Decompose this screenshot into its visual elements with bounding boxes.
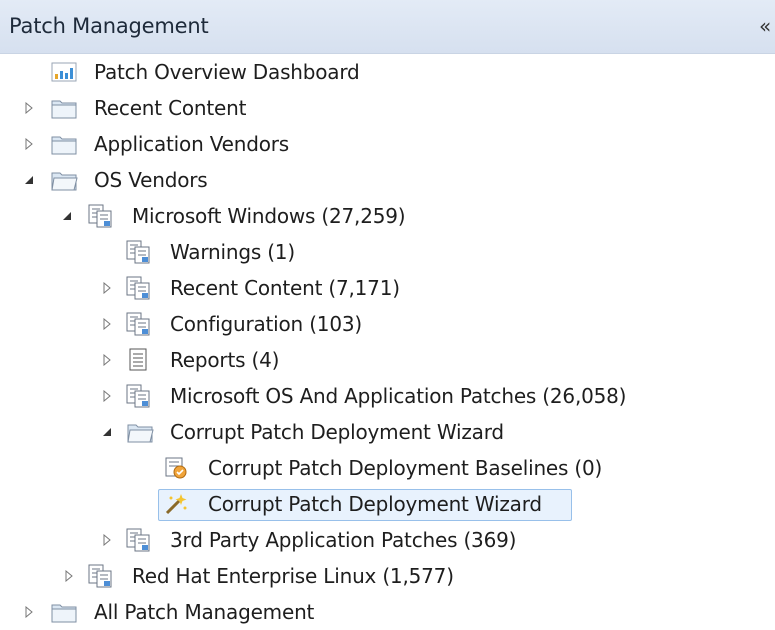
tree-item-label: Patch Overview Dashboard <box>94 60 360 84</box>
tree-item-label: Application Vendors <box>94 132 289 156</box>
tree-item-application-vendors[interactable]: Application Vendors <box>0 128 775 160</box>
tree-item-label: Corrupt Patch Deployment Wizard <box>170 420 504 444</box>
tree-item-corrupt-patch-deployment-wizard[interactable]: Corrupt Patch Deployment Wizard <box>0 488 775 520</box>
tree-item-label: Corrupt Patch Deployment Wizard <box>208 492 542 516</box>
tree-item-label: Microsoft OS And Application Patches (26… <box>170 384 627 408</box>
expand-arrow-icon[interactable] <box>22 137 36 151</box>
expand-arrow-icon[interactable] <box>100 317 114 331</box>
tree-item-label: Red Hat Enterprise Linux (1,577) <box>132 564 454 588</box>
collapse-arrow-icon[interactable] <box>60 209 74 223</box>
dashboard-chart-icon <box>50 59 78 85</box>
tree-item-label: OS Vendors <box>94 168 208 192</box>
expand-arrow-icon[interactable] <box>62 569 76 583</box>
tree-item-patch-overview-dashboard[interactable]: Patch Overview Dashboard <box>0 56 775 88</box>
tree-item-microsoft-windows[interactable]: Microsoft Windows (27,259) <box>0 200 775 232</box>
content-group-icon <box>124 275 152 301</box>
tree-item-microsoft-os-and-application-patches[interactable]: Microsoft OS And Application Patches (26… <box>0 380 775 412</box>
content-group-icon <box>124 527 152 553</box>
expand-arrow-icon[interactable] <box>22 101 36 115</box>
tree-item-recent-content-windows[interactable]: Recent Content (7,171) <box>0 272 775 304</box>
panel-header: Patch Management « <box>0 0 775 54</box>
expand-arrow-icon[interactable] <box>100 389 114 403</box>
tree-item-all-patch-management[interactable]: All Patch Management <box>0 596 775 628</box>
tree-item-label: Recent Content (7,171) <box>170 276 400 300</box>
tree-item-label: Configuration (103) <box>170 312 362 336</box>
folder-open-icon <box>50 167 78 193</box>
tree-item-label: All Patch Management <box>94 600 315 624</box>
tree-item-label: Reports (4) <box>170 348 280 372</box>
tree-item-label: Corrupt Patch Deployment Baselines (0) <box>208 456 603 480</box>
expand-arrow-icon[interactable] <box>100 353 114 367</box>
content-group-icon <box>124 311 152 337</box>
folder-icon <box>50 131 78 157</box>
collapse-arrow-icon[interactable] <box>100 425 114 439</box>
tree-item-corrupt-patch-deployment-baselines[interactable]: Corrupt Patch Deployment Baselines (0) <box>0 452 775 484</box>
folder-icon <box>50 95 78 121</box>
tree-item-recent-content[interactable]: Recent Content <box>0 92 775 124</box>
expand-arrow-icon[interactable] <box>100 533 114 547</box>
tree-item-label: 3rd Party Application Patches (369) <box>170 528 517 552</box>
expand-arrow-icon[interactable] <box>22 605 36 619</box>
expand-arrow-icon[interactable] <box>100 281 114 295</box>
baseline-icon <box>162 455 190 481</box>
tree-item-label: Warnings (1) <box>170 240 295 264</box>
tree-item-red-hat-enterprise-linux[interactable]: Red Hat Enterprise Linux (1,577) <box>0 560 775 592</box>
tree-item-warnings[interactable]: Warnings (1) <box>0 236 775 268</box>
content-group-icon <box>124 383 152 409</box>
tree-item-3rd-party-application-patches[interactable]: 3rd Party Application Patches (369) <box>0 524 775 556</box>
folder-open-icon <box>126 419 154 445</box>
tree-item-label: Microsoft Windows (27,259) <box>132 204 406 228</box>
tree-item-configuration[interactable]: Configuration (103) <box>0 308 775 340</box>
tree-item-label: Recent Content <box>94 96 247 120</box>
tree-item-reports[interactable]: Reports (4) <box>0 344 775 376</box>
wizard-wand-icon <box>162 491 190 517</box>
folder-icon <box>50 599 78 625</box>
content-group-icon <box>124 239 152 265</box>
collapse-panel-button[interactable]: « <box>759 14 775 38</box>
report-list-icon <box>124 347 152 373</box>
content-group-icon <box>86 563 114 589</box>
panel-title: Patch Management <box>9 14 209 38</box>
content-group-icon <box>86 203 114 229</box>
tree-item-os-vendors[interactable]: OS Vendors <box>0 164 775 196</box>
tree-item-corrupt-patch-deployment-wizard-folder[interactable]: Corrupt Patch Deployment Wizard <box>0 416 775 448</box>
collapse-arrow-icon[interactable] <box>22 173 36 187</box>
